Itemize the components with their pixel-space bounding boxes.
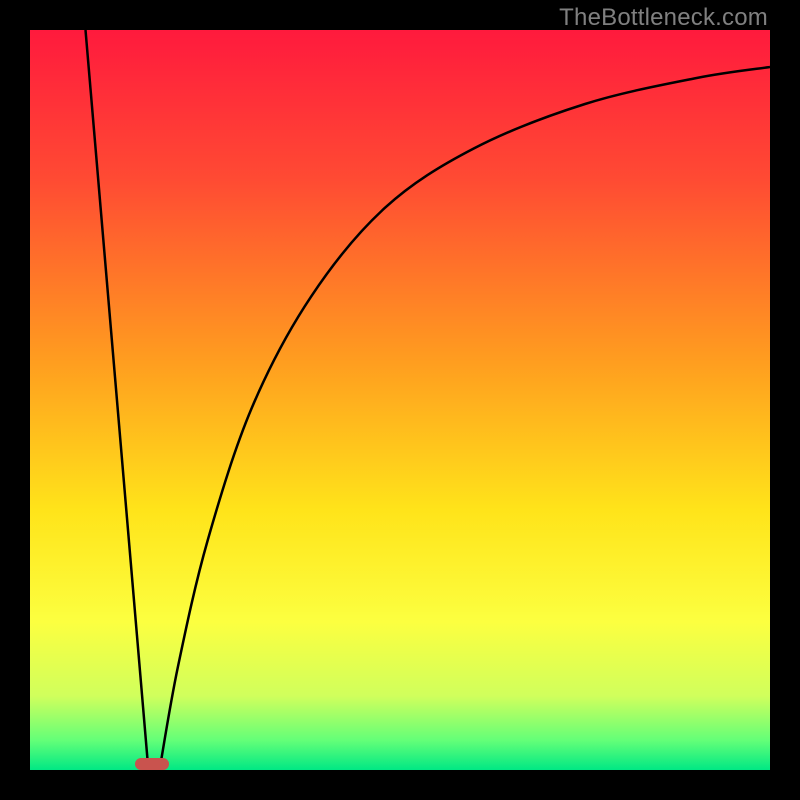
plot-area bbox=[30, 30, 770, 770]
chart-curves bbox=[30, 30, 770, 770]
chart-frame: TheBottleneck.com bbox=[0, 0, 800, 800]
bottleneck-marker bbox=[135, 758, 168, 770]
left-line-path bbox=[86, 30, 149, 770]
right-curve-path bbox=[160, 67, 771, 770]
watermark-text: TheBottleneck.com bbox=[559, 4, 768, 32]
